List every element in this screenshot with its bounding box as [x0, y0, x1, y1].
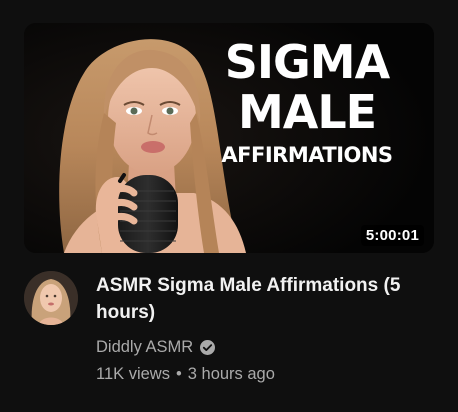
avatar-image [24, 271, 78, 325]
thumbnail-headline: SIGMA MALE AFFIRMATIONS [202, 35, 412, 166]
thumbnail-line-male: MALE [237, 85, 377, 139]
video-stats: 11K views • 3 hours ago [96, 362, 436, 386]
channel-avatar[interactable] [24, 271, 78, 325]
view-count: 11K views [96, 365, 170, 383]
verified-check-icon [199, 339, 216, 356]
duration-badge: 5:00:01 [360, 225, 424, 246]
channel-name[interactable]: Diddly ASMR [96, 338, 193, 357]
thumbnail-line-affirmations: AFFIRMATIONS [221, 143, 393, 167]
video-thumbnail[interactable]: SIGMA MALE AFFIRMATIONS 5:00:01 [24, 23, 434, 253]
video-metadata: ASMR Sigma Male Affirmations (5 hours) D… [96, 272, 436, 386]
video-card: SIGMA MALE AFFIRMATIONS 5:00:01 ASMR Sig… [0, 0, 458, 412]
channel-row: Diddly ASMR [96, 335, 436, 359]
stats-separator: • [175, 365, 182, 383]
video-title[interactable]: ASMR Sigma Male Affirmations (5 hours) [96, 272, 436, 326]
upload-age: 3 hours ago [187, 365, 275, 383]
thumbnail-line-sigma: SIGMA [224, 35, 390, 89]
